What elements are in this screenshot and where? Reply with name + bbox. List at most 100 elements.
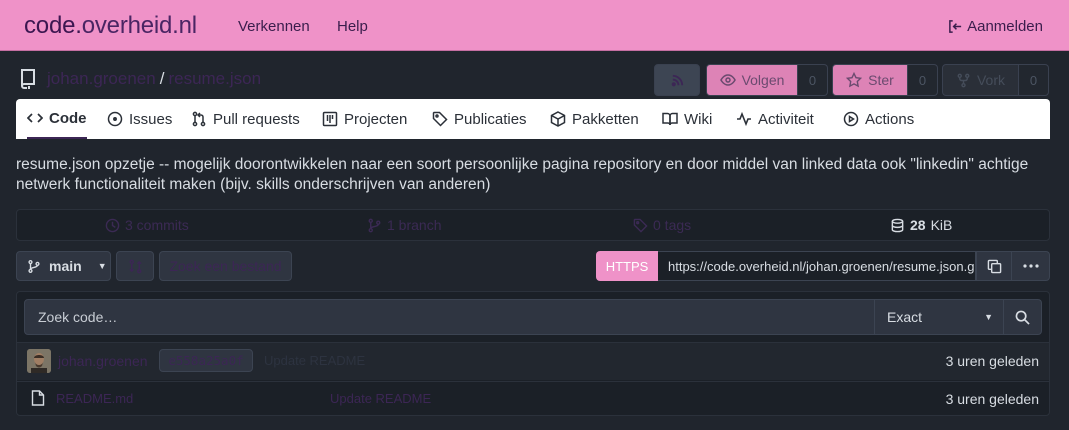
- tab-code[interactable]: Code: [27, 99, 87, 139]
- tags-stat[interactable]: 0 tags: [633, 210, 691, 240]
- rss-icon: [671, 74, 683, 86]
- star-label: Ster: [868, 72, 894, 88]
- compare-icon: [128, 259, 142, 273]
- repo-owner-link[interactable]: johan.groenen: [47, 69, 156, 88]
- branch-name: main: [49, 258, 82, 274]
- commit-message-link[interactable]: Update README: [264, 353, 365, 368]
- more-options-button[interactable]: [1012, 251, 1050, 281]
- star-count[interactable]: 0: [908, 64, 938, 96]
- tab-projects[interactable]: Projecten: [322, 99, 407, 139]
- branch-selector[interactable]: main ▼: [16, 251, 111, 281]
- star-button[interactable]: Ster: [832, 64, 908, 96]
- repo-icon: [21, 69, 35, 89]
- play-icon: [843, 111, 859, 127]
- tag-icon: [432, 111, 448, 127]
- tab-packages[interactable]: Pakketten: [550, 99, 639, 139]
- repo-description: resume.json opzetje -- mogelijk doorontw…: [16, 156, 1029, 193]
- find-file-button[interactable]: Zoek een bestand: [159, 251, 292, 281]
- tab-releases[interactable]: Publicaties: [432, 99, 527, 139]
- size-value: 28: [910, 217, 926, 233]
- star-icon: [846, 72, 863, 88]
- code-icon: [27, 113, 43, 123]
- sign-in-button[interactable]: Aanmelden: [948, 18, 1043, 35]
- tab-releases-label: Publicaties: [454, 110, 527, 128]
- tab-activity[interactable]: Activiteit: [736, 99, 814, 139]
- code-search-input[interactable]: [24, 299, 875, 335]
- tab-actions[interactable]: Actions: [843, 99, 914, 139]
- logo-text-main: code.: [24, 12, 82, 39]
- tab-pull-requests-label: Pull requests: [213, 110, 300, 128]
- nav-explore[interactable]: Verkennen: [238, 18, 310, 35]
- sign-in-icon: [949, 20, 962, 33]
- file-name-link[interactable]: README.md: [56, 391, 133, 406]
- clone-url-field[interactable]: https://code.overheid.nl/johan.groenen/r…: [658, 251, 976, 281]
- branch-icon: [368, 218, 381, 232]
- tab-code-label: Code: [49, 109, 87, 127]
- clone-protocol-button[interactable]: HTTPS: [596, 251, 658, 281]
- pull-request-icon: [192, 111, 206, 127]
- fork-count[interactable]: 0: [1019, 64, 1049, 96]
- tags-stat-label: 0 tags: [653, 217, 692, 233]
- fork-label: Vork: [976, 72, 1005, 88]
- book-icon: [662, 112, 678, 126]
- nav-help[interactable]: Help: [337, 18, 368, 35]
- package-icon: [550, 111, 566, 127]
- repo-breadcrumb: johan.groenen / resume.json: [47, 69, 261, 89]
- eye-icon: [719, 74, 736, 86]
- size-stat: 28 KiB: [890, 210, 952, 240]
- commit-time: 3 uren geleden: [945, 353, 1039, 369]
- issue-icon: [107, 111, 123, 127]
- branch-icon: [28, 259, 40, 273]
- chevron-down-icon: ▼: [97, 261, 107, 271]
- branches-stat[interactable]: 1 branch: [367, 210, 441, 240]
- repo-name-link[interactable]: resume.json: [168, 69, 261, 88]
- table-row: [17, 381, 1049, 415]
- search-mode-select[interactable]: Exact ▼: [875, 299, 1004, 335]
- search-icon: [1015, 310, 1030, 325]
- follow-button[interactable]: Volgen: [706, 64, 798, 96]
- rss-button[interactable]: [654, 64, 700, 96]
- tab-pull-requests[interactable]: Pull requests: [191, 99, 300, 139]
- tab-activity-label: Activiteit: [758, 110, 814, 128]
- search-mode-label: Exact: [887, 309, 923, 325]
- tab-issues[interactable]: Issues: [107, 99, 172, 139]
- fork-icon: [957, 73, 970, 87]
- commits-stat[interactable]: 3 commits: [105, 210, 189, 240]
- tab-packages-label: Pakketten: [572, 110, 639, 128]
- tab-wiki-label: Wiki: [684, 110, 713, 128]
- follow-count[interactable]: 0: [798, 64, 828, 96]
- commits-stat-label: 3 commits: [125, 217, 189, 233]
- logo-text-suffix: overheid.nl: [81, 12, 197, 39]
- fork-button[interactable]: Vork: [942, 64, 1019, 96]
- repo-stats-bar: 3 commits 1 branch 0 tags 28 KiB: [16, 209, 1050, 241]
- sign-in-label: Aanmelden: [967, 18, 1043, 35]
- tab-wiki[interactable]: Wiki: [662, 99, 712, 139]
- search-button[interactable]: [1004, 299, 1042, 335]
- tab-actions-label: Actions: [865, 110, 915, 128]
- site-logo[interactable]: code.overheid.nl: [24, 12, 197, 40]
- size-unit: KiB: [930, 217, 953, 233]
- history-icon: [105, 218, 120, 232]
- commit-author-link[interactable]: johan.groenen: [58, 353, 148, 369]
- database-icon: [891, 218, 904, 232]
- tab-projects-label: Projecten: [344, 110, 408, 128]
- file-commit-link[interactable]: Update README: [330, 391, 431, 406]
- repo-tabs: Code Issues Pull requests Projecten Publ…: [16, 99, 1050, 139]
- compare-button[interactable]: [116, 251, 154, 281]
- breadcrumb-separator: /: [159, 69, 165, 88]
- chevron-down-icon: ▼: [984, 312, 993, 322]
- project-icon: [322, 111, 338, 127]
- top-navbar: code.overheid.nl Verkennen Help Aanmelde…: [0, 0, 1069, 51]
- copy-url-button[interactable]: [976, 251, 1012, 281]
- tag-icon: [633, 218, 648, 233]
- pulse-icon: [737, 111, 751, 127]
- branches-stat-label: 1 branch: [387, 217, 442, 233]
- kebab-horizontal-icon: [1022, 264, 1039, 268]
- copy-icon: [987, 259, 1001, 273]
- avatar[interactable]: [27, 349, 51, 373]
- tab-issues-label: Issues: [129, 110, 173, 128]
- follow-label: Volgen: [741, 72, 785, 88]
- file-time: 3 uren geleden: [945, 391, 1039, 407]
- file-icon: [31, 390, 45, 406]
- commit-sha-button[interactable]: e558a25a0f: [159, 349, 253, 372]
